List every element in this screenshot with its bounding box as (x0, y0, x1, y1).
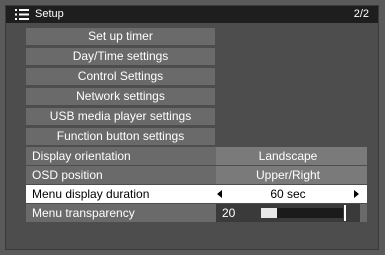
menu-transparency-slider-fill (261, 208, 277, 218)
menu-display-duration-selector[interactable]: 60 sec (216, 185, 360, 203)
display-orientation-value[interactable]: Landscape (216, 147, 360, 165)
menu-transparency-row[interactable]: Menu transparency 20 (26, 204, 367, 222)
menu-transparency-value: 20 (222, 206, 236, 220)
osd-position-row[interactable]: OSD position Upper/Right (26, 166, 367, 184)
menu-header: Setup 2/2 (6, 6, 378, 23)
function-button-settings-button[interactable]: Function button settings (26, 128, 215, 145)
menu-transparency-control[interactable]: 20 (216, 204, 360, 222)
display-orientation-row[interactable]: Display orientation Landscape (26, 147, 367, 165)
usb-media-player-settings-button[interactable]: USB media player settings (26, 108, 215, 125)
slider-end-marker (344, 205, 346, 221)
row-end-stub (360, 166, 367, 184)
display-orientation-label: Display orientation (32, 149, 131, 163)
row-end-stub (360, 147, 367, 165)
page-indicator: 2/2 (353, 8, 369, 20)
setup-menu: Setup 2/2 Set up timer Day/Time settings… (5, 5, 379, 250)
menu-title: Setup (35, 8, 64, 20)
osd-position-value[interactable]: Upper/Right (216, 166, 360, 184)
network-settings-button[interactable]: Network settings (26, 88, 215, 105)
menu-display-duration-label: Menu display duration (32, 187, 150, 201)
day-time-settings-button[interactable]: Day/Time settings (26, 48, 215, 65)
menu-transparency-label: Menu transparency (32, 206, 135, 220)
menu-display-duration-value: 60 sec (270, 187, 306, 201)
list-menu-icon (15, 9, 29, 20)
menu-display-duration-row[interactable]: Menu display duration 60 sec (26, 185, 367, 203)
right-arrow-icon[interactable] (354, 190, 359, 198)
set-up-timer-button[interactable]: Set up timer (26, 28, 215, 45)
control-settings-button[interactable]: Control Settings (26, 68, 215, 85)
menu-transparency-slider[interactable] (261, 208, 343, 218)
osd-position-label: OSD position (32, 168, 103, 182)
left-arrow-icon[interactable] (217, 190, 222, 198)
